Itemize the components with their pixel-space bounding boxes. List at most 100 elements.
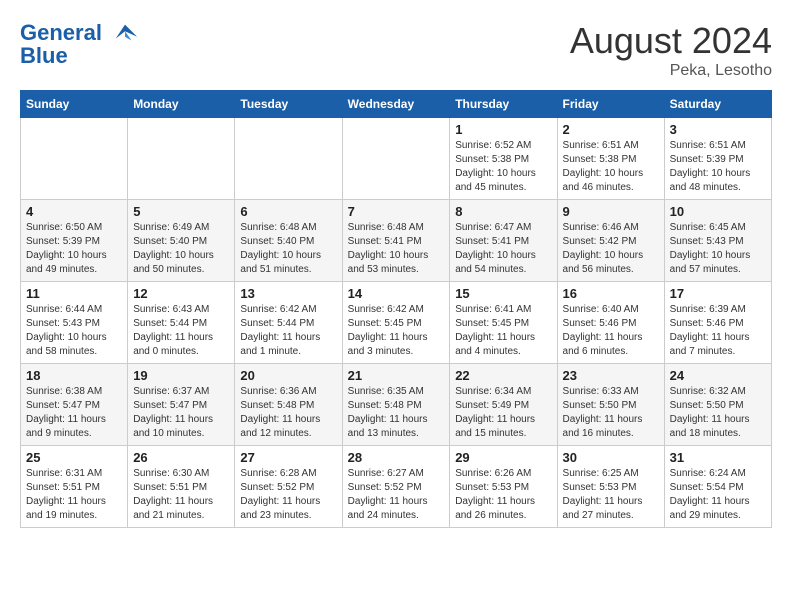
day-info: Sunrise: 6:41 AM Sunset: 5:45 PM Dayligh…: [455, 303, 551, 359]
page-header: General Blue August 2024 Peka, Lesotho: [20, 20, 772, 80]
day-number: 7: [348, 204, 445, 219]
day-number: 1: [455, 122, 551, 137]
calendar-cell: 10 Sunrise: 6:45 AM Sunset: 5:43 PM Dayl…: [664, 200, 771, 282]
calendar-week-row: 11 Sunrise: 6:44 AM Sunset: 5:43 PM Dayl…: [21, 282, 772, 364]
day-info: Sunrise: 6:43 AM Sunset: 5:44 PM Dayligh…: [133, 303, 229, 359]
weekday-header-sunday: Sunday: [21, 91, 128, 118]
day-number: 18: [26, 368, 122, 383]
day-info: Sunrise: 6:48 AM Sunset: 5:40 PM Dayligh…: [240, 221, 336, 277]
day-number: 16: [563, 286, 659, 301]
weekday-header-row: SundayMondayTuesdayWednesdayThursdayFrid…: [21, 91, 772, 118]
logo: General Blue: [20, 20, 139, 68]
day-number: 19: [133, 368, 229, 383]
calendar-cell: 20 Sunrise: 6:36 AM Sunset: 5:48 PM Dayl…: [235, 364, 342, 446]
calendar-cell: [235, 118, 342, 200]
calendar-cell: 14 Sunrise: 6:42 AM Sunset: 5:45 PM Dayl…: [342, 282, 450, 364]
day-info: Sunrise: 6:40 AM Sunset: 5:46 PM Dayligh…: [563, 303, 659, 359]
day-info: Sunrise: 6:48 AM Sunset: 5:41 PM Dayligh…: [348, 221, 445, 277]
weekday-header-monday: Monday: [128, 91, 235, 118]
day-info: Sunrise: 6:24 AM Sunset: 5:54 PM Dayligh…: [670, 467, 766, 523]
day-number: 5: [133, 204, 229, 219]
day-number: 28: [348, 450, 445, 465]
calendar-week-row: 4 Sunrise: 6:50 AM Sunset: 5:39 PM Dayli…: [21, 200, 772, 282]
calendar-cell: 2 Sunrise: 6:51 AM Sunset: 5:38 PM Dayli…: [557, 118, 664, 200]
logo-bird-icon: [111, 20, 139, 48]
weekday-header-friday: Friday: [557, 91, 664, 118]
weekday-header-thursday: Thursday: [450, 91, 557, 118]
calendar-cell: 5 Sunrise: 6:49 AM Sunset: 5:40 PM Dayli…: [128, 200, 235, 282]
day-number: 9: [563, 204, 659, 219]
calendar-cell: 7 Sunrise: 6:48 AM Sunset: 5:41 PM Dayli…: [342, 200, 450, 282]
day-number: 14: [348, 286, 445, 301]
day-number: 3: [670, 122, 766, 137]
day-number: 23: [563, 368, 659, 383]
day-number: 24: [670, 368, 766, 383]
day-info: Sunrise: 6:39 AM Sunset: 5:46 PM Dayligh…: [670, 303, 766, 359]
calendar-cell: 26 Sunrise: 6:30 AM Sunset: 5:51 PM Dayl…: [128, 446, 235, 528]
day-number: 6: [240, 204, 336, 219]
calendar-cell: 17 Sunrise: 6:39 AM Sunset: 5:46 PM Dayl…: [664, 282, 771, 364]
day-number: 30: [563, 450, 659, 465]
day-info: Sunrise: 6:46 AM Sunset: 5:42 PM Dayligh…: [563, 221, 659, 277]
day-info: Sunrise: 6:26 AM Sunset: 5:53 PM Dayligh…: [455, 467, 551, 523]
calendar-cell: 27 Sunrise: 6:28 AM Sunset: 5:52 PM Dayl…: [235, 446, 342, 528]
day-number: 2: [563, 122, 659, 137]
calendar-cell: 15 Sunrise: 6:41 AM Sunset: 5:45 PM Dayl…: [450, 282, 557, 364]
day-info: Sunrise: 6:25 AM Sunset: 5:53 PM Dayligh…: [563, 467, 659, 523]
day-number: 4: [26, 204, 122, 219]
calendar-week-row: 25 Sunrise: 6:31 AM Sunset: 5:51 PM Dayl…: [21, 446, 772, 528]
day-number: 29: [455, 450, 551, 465]
day-info: Sunrise: 6:42 AM Sunset: 5:45 PM Dayligh…: [348, 303, 445, 359]
calendar-cell: 8 Sunrise: 6:47 AM Sunset: 5:41 PM Dayli…: [450, 200, 557, 282]
calendar-cell: 3 Sunrise: 6:51 AM Sunset: 5:39 PM Dayli…: [664, 118, 771, 200]
day-number: 22: [455, 368, 551, 383]
day-number: 13: [240, 286, 336, 301]
day-info: Sunrise: 6:33 AM Sunset: 5:50 PM Dayligh…: [563, 385, 659, 441]
day-info: Sunrise: 6:44 AM Sunset: 5:43 PM Dayligh…: [26, 303, 122, 359]
weekday-header-saturday: Saturday: [664, 91, 771, 118]
calendar-cell: 9 Sunrise: 6:46 AM Sunset: 5:42 PM Dayli…: [557, 200, 664, 282]
day-info: Sunrise: 6:45 AM Sunset: 5:43 PM Dayligh…: [670, 221, 766, 277]
day-number: 31: [670, 450, 766, 465]
day-number: 26: [133, 450, 229, 465]
calendar-cell: 23 Sunrise: 6:33 AM Sunset: 5:50 PM Dayl…: [557, 364, 664, 446]
calendar-cell: 24 Sunrise: 6:32 AM Sunset: 5:50 PM Dayl…: [664, 364, 771, 446]
day-info: Sunrise: 6:52 AM Sunset: 5:38 PM Dayligh…: [455, 139, 551, 195]
calendar-cell: 6 Sunrise: 6:48 AM Sunset: 5:40 PM Dayli…: [235, 200, 342, 282]
day-info: Sunrise: 6:51 AM Sunset: 5:39 PM Dayligh…: [670, 139, 766, 195]
calendar-cell: 21 Sunrise: 6:35 AM Sunset: 5:48 PM Dayl…: [342, 364, 450, 446]
day-info: Sunrise: 6:38 AM Sunset: 5:47 PM Dayligh…: [26, 385, 122, 441]
location-subtitle: Peka, Lesotho: [570, 62, 772, 80]
calendar-cell: 30 Sunrise: 6:25 AM Sunset: 5:53 PM Dayl…: [557, 446, 664, 528]
day-info: Sunrise: 6:47 AM Sunset: 5:41 PM Dayligh…: [455, 221, 551, 277]
day-number: 12: [133, 286, 229, 301]
calendar-cell: 19 Sunrise: 6:37 AM Sunset: 5:47 PM Dayl…: [128, 364, 235, 446]
day-info: Sunrise: 6:42 AM Sunset: 5:44 PM Dayligh…: [240, 303, 336, 359]
day-info: Sunrise: 6:27 AM Sunset: 5:52 PM Dayligh…: [348, 467, 445, 523]
calendar-cell: 22 Sunrise: 6:34 AM Sunset: 5:49 PM Dayl…: [450, 364, 557, 446]
calendar-cell: 29 Sunrise: 6:26 AM Sunset: 5:53 PM Dayl…: [450, 446, 557, 528]
calendar-cell: 11 Sunrise: 6:44 AM Sunset: 5:43 PM Dayl…: [21, 282, 128, 364]
title-block: August 2024 Peka, Lesotho: [570, 20, 772, 80]
day-number: 17: [670, 286, 766, 301]
day-info: Sunrise: 6:51 AM Sunset: 5:38 PM Dayligh…: [563, 139, 659, 195]
day-number: 20: [240, 368, 336, 383]
day-info: Sunrise: 6:35 AM Sunset: 5:48 PM Dayligh…: [348, 385, 445, 441]
calendar-cell: 16 Sunrise: 6:40 AM Sunset: 5:46 PM Dayl…: [557, 282, 664, 364]
calendar-cell: [128, 118, 235, 200]
day-number: 21: [348, 368, 445, 383]
calendar-cell: [342, 118, 450, 200]
month-year-title: August 2024: [570, 20, 772, 62]
day-number: 15: [455, 286, 551, 301]
calendar-cell: 28 Sunrise: 6:27 AM Sunset: 5:52 PM Dayl…: [342, 446, 450, 528]
calendar-cell: 12 Sunrise: 6:43 AM Sunset: 5:44 PM Dayl…: [128, 282, 235, 364]
calendar-cell: [21, 118, 128, 200]
day-info: Sunrise: 6:34 AM Sunset: 5:49 PM Dayligh…: [455, 385, 551, 441]
weekday-header-tuesday: Tuesday: [235, 91, 342, 118]
day-number: 8: [455, 204, 551, 219]
day-info: Sunrise: 6:32 AM Sunset: 5:50 PM Dayligh…: [670, 385, 766, 441]
calendar-cell: 4 Sunrise: 6:50 AM Sunset: 5:39 PM Dayli…: [21, 200, 128, 282]
day-number: 11: [26, 286, 122, 301]
calendar-cell: 13 Sunrise: 6:42 AM Sunset: 5:44 PM Dayl…: [235, 282, 342, 364]
day-info: Sunrise: 6:49 AM Sunset: 5:40 PM Dayligh…: [133, 221, 229, 277]
